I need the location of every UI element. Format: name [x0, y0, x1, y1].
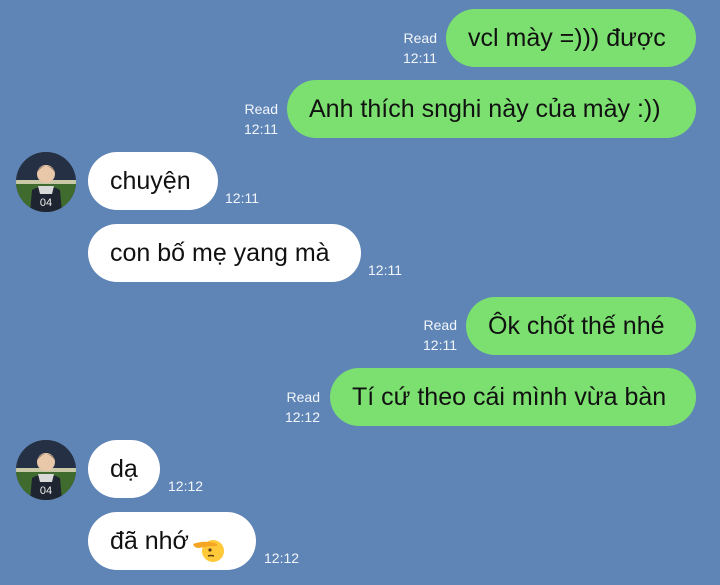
read-receipt: Read [423, 317, 457, 333]
timestamp: 12:11 [368, 262, 402, 278]
avatar[interactable]: 04 [16, 152, 76, 212]
message-status: Read 12:11 [415, 315, 457, 355]
message-text: chuyện [110, 167, 191, 195]
message-text: Ôk chốt thế nhé [488, 312, 665, 340]
message-text: vcl mày =))) được [468, 24, 666, 52]
timestamp: 12:11 [423, 337, 457, 353]
svg-text:04: 04 [40, 485, 52, 497]
timestamp: 12:11 [244, 121, 278, 137]
message-bubble[interactable]: Anh thích snghi này của mày :)) [287, 80, 696, 138]
message-bubble[interactable]: con bố mẹ yang mà [88, 224, 361, 282]
timestamp: 12:11 [225, 190, 259, 206]
timestamp: 12:12 [284, 409, 320, 425]
message-bubble[interactable]: đã nhớ [88, 512, 256, 570]
avatar[interactable]: 04 [16, 440, 76, 500]
timestamp: 12:11 [403, 50, 437, 66]
avatar-image: 04 [16, 152, 76, 212]
message-bubble[interactable]: Tí cứ theo cái mình vừa bàn [330, 368, 696, 426]
message-bubble[interactable]: dạ [88, 440, 160, 498]
message-status: Read 12:11 [395, 28, 437, 68]
message-text: đã nhớ [110, 527, 189, 555]
message-bubble[interactable]: vcl mày =))) được [446, 9, 696, 67]
saluting-face-icon [191, 527, 225, 563]
timestamp: 12:12 [168, 478, 204, 494]
read-receipt: Read [403, 30, 437, 46]
read-receipt: Read [286, 389, 320, 405]
message-text: Anh thích snghi này của mày :)) [309, 95, 661, 123]
read-receipt: Read [244, 101, 278, 117]
avatar-image: 04 [16, 440, 76, 500]
message-bubble[interactable]: chuyện [88, 152, 218, 210]
message-text: dạ [110, 455, 138, 483]
timestamp: 12:12 [264, 550, 300, 566]
svg-text:04: 04 [40, 197, 52, 209]
chat-thread: Read 12:11 vcl mày =))) được Read 12:11 … [0, 0, 720, 580]
message-bubble[interactable]: Ôk chốt thế nhé [466, 297, 696, 355]
message-text: con bố mẹ yang mà [110, 239, 330, 267]
message-status: Read 12:11 [236, 99, 278, 139]
message-text: Tí cứ theo cái mình vừa bàn [352, 383, 667, 411]
message-status: Read 12:12 [278, 387, 320, 427]
